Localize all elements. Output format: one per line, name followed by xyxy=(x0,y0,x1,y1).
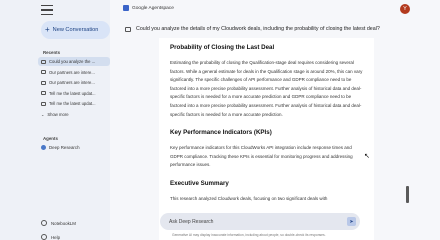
recents-list: Could you analyze the ... Our partners a… xyxy=(38,57,110,119)
scrollbar-thumb[interactable] xyxy=(406,186,409,203)
agents-title: Agents xyxy=(43,136,58,141)
show-more-label: Show more xyxy=(47,111,69,117)
recent-item-label: Our partners are intere... xyxy=(49,69,95,75)
recent-item[interactable]: Our partners are intere... xyxy=(38,78,110,87)
new-conversation-button[interactable]: + New Conversation xyxy=(41,21,110,39)
recent-item[interactable]: Could you analyze the ... xyxy=(38,57,110,66)
avatar[interactable]: Y xyxy=(400,4,410,14)
section-title: Executive Summary xyxy=(170,179,229,187)
chat-icon xyxy=(41,91,46,95)
chat-icon xyxy=(41,101,46,106)
recent-item[interactable]: Tell me the latest updat... xyxy=(38,89,110,98)
agentspace-logo-icon xyxy=(123,5,129,11)
response-content: Probability of Closing the Last Deal Est… xyxy=(159,38,374,240)
main-panel: Google Agentspace Y Could you analyze th… xyxy=(110,0,440,240)
agent-item-label: Deep Research xyxy=(49,145,80,150)
new-conversation-label: New Conversation xyxy=(52,27,99,33)
agent-item-deep-research[interactable]: Deep Research xyxy=(41,145,80,150)
notebooklm-icon xyxy=(41,220,47,226)
chat-icon xyxy=(41,70,46,74)
send-button[interactable]: ➤ xyxy=(347,217,356,226)
query-text: Could you analyze the details of my Clou… xyxy=(136,26,380,32)
menu-icon[interactable] xyxy=(41,5,53,15)
chat-icon xyxy=(41,59,46,64)
recent-item-label: Could you analyze the ... xyxy=(49,59,96,64)
disclaimer: Generative AI may display inaccurate inf… xyxy=(172,233,326,237)
section-text: Key performance indicators for this Clou… xyxy=(170,145,353,168)
mouse-cursor-icon: ↖ xyxy=(364,153,370,160)
user-query: Could you analyze the details of my Clou… xyxy=(125,26,380,32)
chat-icon xyxy=(125,26,131,32)
help-label: Help xyxy=(51,234,61,240)
sidebar: + New Conversation Recents Could you ana… xyxy=(0,0,110,240)
chat-input[interactable]: Ask Deep Research ➤ xyxy=(160,213,360,230)
plus-icon: + xyxy=(45,25,50,34)
deep-research-icon xyxy=(41,145,46,150)
show-more-button[interactable]: ⌄ Show more xyxy=(38,110,110,119)
help-link[interactable]: Help xyxy=(41,234,60,240)
chevron-down-icon: ⌄ xyxy=(41,111,45,117)
section-text: Estimating the probability of closing th… xyxy=(170,60,363,117)
notebooklm-link[interactable]: NotebookLM xyxy=(41,220,76,226)
section-title: Key Performance Indicators (KPIs) xyxy=(170,129,272,137)
recent-item[interactable]: Tell me the latest updat... xyxy=(38,99,110,108)
chat-icon xyxy=(41,80,46,85)
recent-item-label: Tell me the latest updat... xyxy=(49,101,96,106)
help-icon xyxy=(41,234,47,240)
recent-item[interactable]: Our partners are intere... xyxy=(38,68,110,77)
recent-item-label: Tell me the latest updat... xyxy=(49,90,96,96)
chat-input-placeholder: Ask Deep Research xyxy=(169,218,214,225)
recent-item-label: Our partners are intere... xyxy=(49,80,95,85)
brand-name: Google Agentspace xyxy=(132,5,174,11)
notebooklm-label: NotebookLM xyxy=(51,220,76,226)
send-icon: ➤ xyxy=(349,218,354,225)
recents-title: Recents xyxy=(43,50,61,55)
section-title: Probability of Closing the Last Deal xyxy=(170,44,275,51)
section-text: This research analyzed Cloudwork deals, … xyxy=(170,195,328,201)
brand: Google Agentspace xyxy=(123,5,174,11)
